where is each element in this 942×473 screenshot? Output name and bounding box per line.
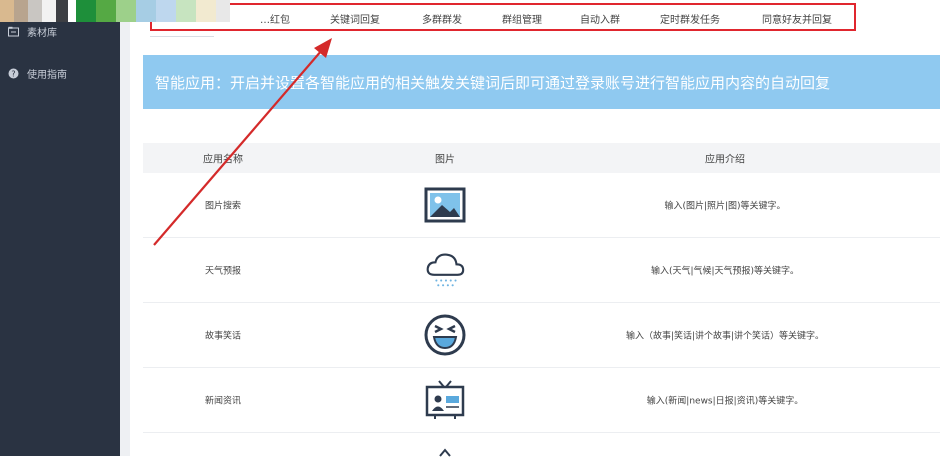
tab-bar: …红包 关键词回复 多群群发 群组管理 自动入群 定时群发任务 同意好友并回复 <box>150 3 856 31</box>
table-row-partial <box>143 433 940 463</box>
app-name: 天气预报 <box>204 266 242 277</box>
app-description: 输入(图片|照片|图)等关键字。 <box>664 201 786 212</box>
tab-red-packet[interactable]: …红包 <box>260 11 290 26</box>
tv-news-icon <box>423 378 467 422</box>
sidebar-item-material-library[interactable]: 素材库 <box>8 24 57 39</box>
tab-scheduled-broadcast[interactable]: 定时群发任务 <box>660 11 720 26</box>
tab-keyword-reply[interactable]: 关键词回复 <box>330 11 380 26</box>
app-description: 输入(新闻|news|日报|资讯)等关键字。 <box>646 396 804 407</box>
app-name: 图片搜索 <box>204 201 242 212</box>
table-row[interactable]: 图片搜索 输入(图片|照片|图)等关键字。 <box>143 173 940 238</box>
svg-text:?: ? <box>11 69 15 78</box>
app-description: 输入（故事|笑话|讲个故事|讲个笑话）等关键字。 <box>625 331 825 342</box>
app-description: 输入(天气|气候|天气预报)等关键字。 <box>650 266 800 277</box>
sidebar-item-guide[interactable]: ? 使用指南 <box>8 66 67 81</box>
content-gutter <box>120 0 130 456</box>
header-image: 图片 <box>435 154 455 166</box>
app-name: 新闻资讯 <box>204 396 242 407</box>
tab-auto-join-group[interactable]: 自动入群 <box>580 11 620 26</box>
table-header: 应用名称 图片 应用介绍 <box>143 143 940 173</box>
laughing-face-icon <box>423 313 467 357</box>
smart-app-banner: 智能应用：开启并设置各智能应用的相关触发关键词后即可通过登录账号进行智能应用内容… <box>143 55 940 109</box>
table-row[interactable]: 天气预报 输入(天气|气候|天气预报)等关键字。 <box>143 238 940 303</box>
tab-group-management[interactable]: 群组管理 <box>502 11 542 26</box>
sidebar-item-label: 素材库 <box>27 28 57 39</box>
folder-icon <box>8 26 19 37</box>
color-swatch-strip <box>0 0 230 22</box>
app-name: 故事笑话 <box>204 331 242 342</box>
help-circle-icon: ? <box>8 68 19 79</box>
partial-icon <box>423 429 467 473</box>
tab-accept-friend-reply[interactable]: 同意好友并回复 <box>762 11 832 26</box>
header-app-name: 应用名称 <box>203 154 243 166</box>
header-app-description: 应用介绍 <box>705 154 745 166</box>
table-row[interactable]: 新闻资讯 输入(新闻|news|日报|资讯)等关键字。 <box>143 368 940 433</box>
smart-app-table: 应用名称 图片 应用介绍 图片搜索 输入(图片|照片|图)等关键字。 天气预报 <box>143 143 940 463</box>
image-icon <box>423 183 467 227</box>
sidebar-item-label: 使用指南 <box>27 70 67 81</box>
tab-multi-group-broadcast[interactable]: 多群群发 <box>422 11 462 26</box>
cloud-rain-icon <box>423 248 467 292</box>
table-row[interactable]: 故事笑话 输入（故事|笑话|讲个故事|讲个笑话）等关键字。 <box>143 303 940 368</box>
tab-divider <box>150 36 214 37</box>
banner-text: 智能应用：开启并设置各智能应用的相关触发关键词后即可通过登录账号进行智能应用内容… <box>155 73 831 92</box>
sidebar: 素材库 ? 使用指南 <box>0 0 120 456</box>
